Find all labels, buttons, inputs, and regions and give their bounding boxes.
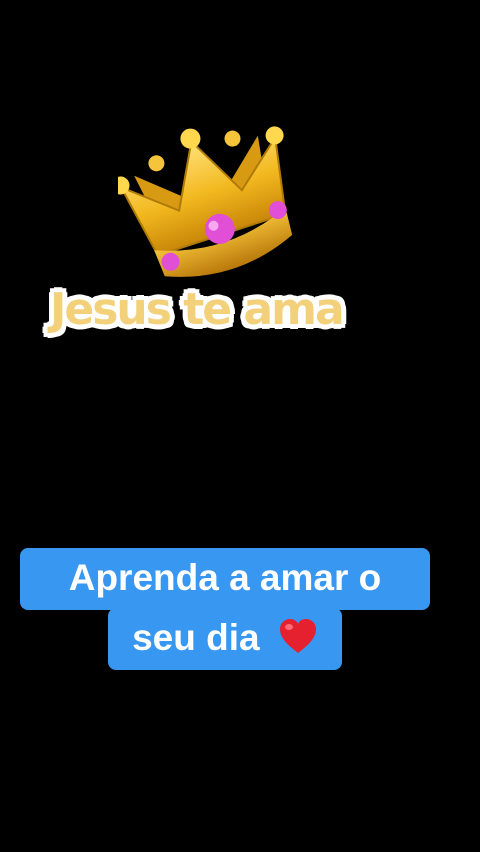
caption-line-1-text: Aprenda a amar o (68, 557, 382, 598)
caption-line-2: seu dia (108, 608, 342, 670)
caption-line-2-text: seu dia (132, 617, 260, 658)
story-canvas: Jesus te ama Aprenda a amar o seu dia (0, 0, 480, 852)
crown-icon (118, 126, 293, 277)
jesus-te-ama-sticker: Jesus te ama (49, 283, 346, 336)
caption-line-1: Aprenda a amar o (20, 548, 430, 610)
red-heart-icon (279, 619, 316, 653)
